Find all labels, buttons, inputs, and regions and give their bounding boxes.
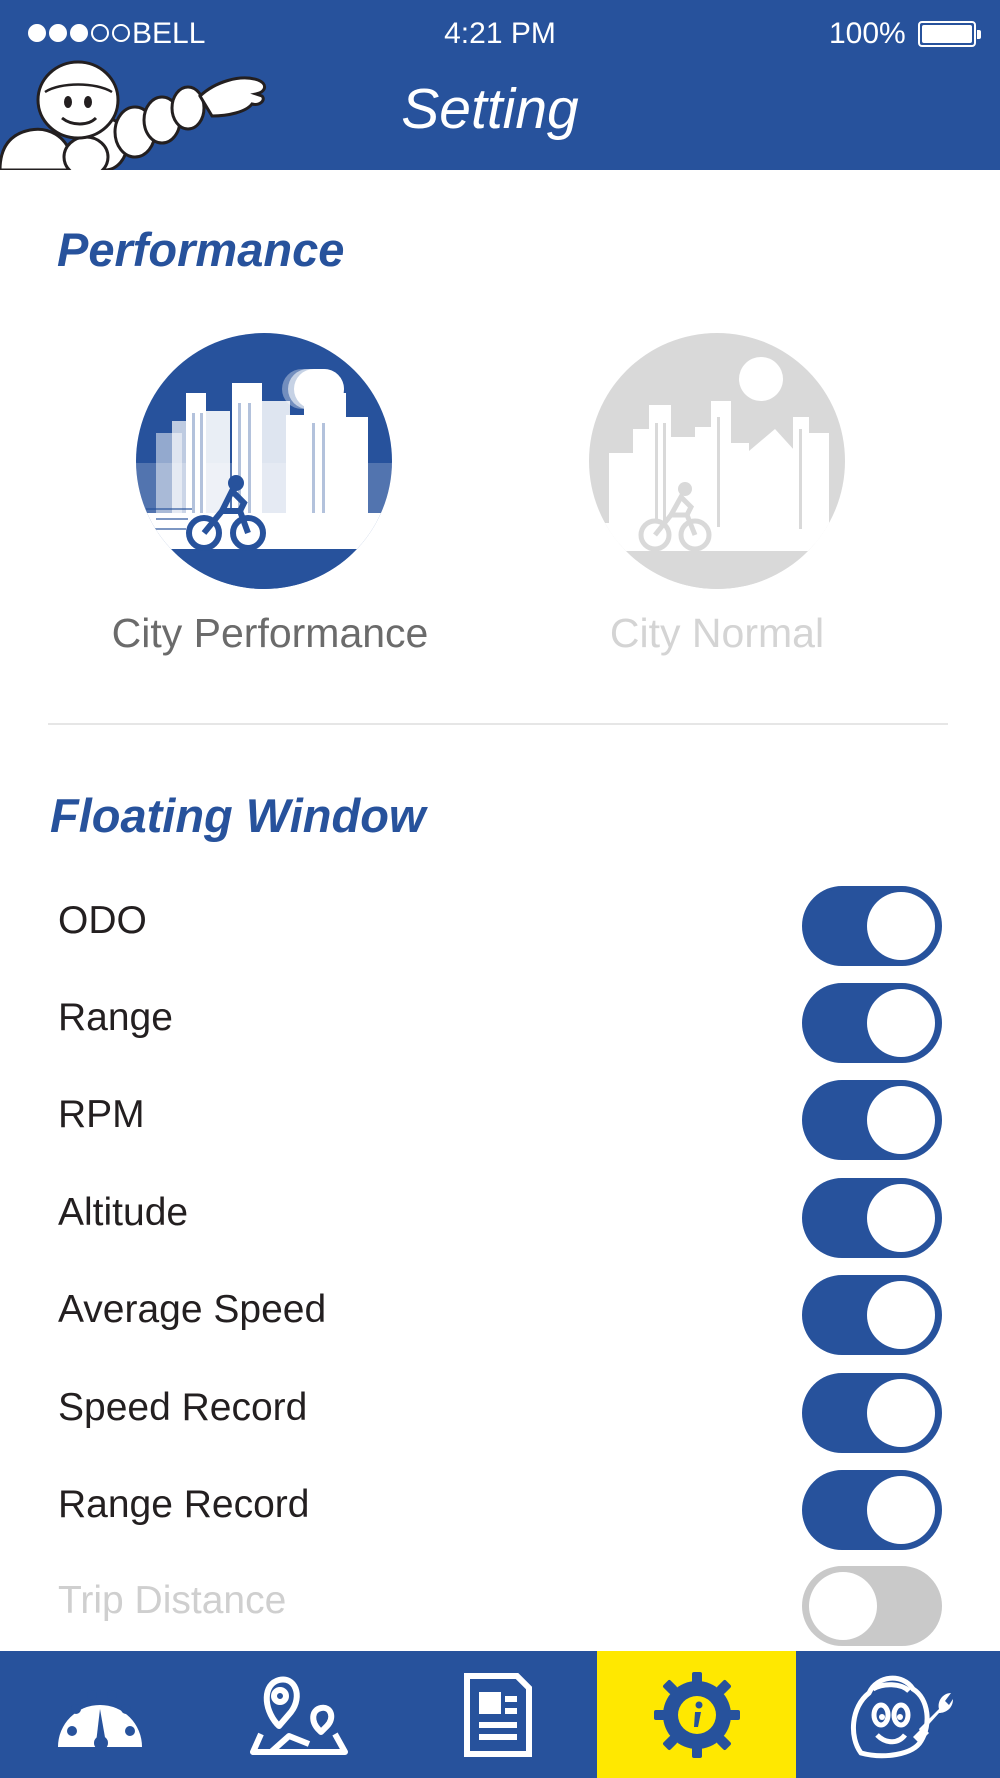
battery-icon (918, 21, 981, 47)
tab-dashboard[interactable] (0, 1651, 200, 1778)
toggle-row-odo: ODO (0, 877, 1000, 974)
toggle-label: Speed Record (58, 1386, 308, 1429)
range-toggle[interactable] (802, 983, 942, 1063)
tab-service[interactable] (796, 1651, 1000, 1778)
toggle-label: Altitude (58, 1191, 189, 1234)
toggle-row-rpm: RPM (0, 1071, 1000, 1168)
toggle-label: ODO (58, 899, 147, 942)
city-normal-mode-button[interactable] (589, 333, 845, 589)
toggle-label: Trip Distance (58, 1579, 287, 1622)
toggle-label: RPM (58, 1093, 145, 1136)
toggle-row-range: Range (0, 974, 1000, 1071)
speed-record-toggle[interactable] (802, 1373, 942, 1453)
speedometer-icon (57, 1689, 142, 1750)
city-performance-label: City Performance (111, 610, 429, 656)
rpm-toggle[interactable] (802, 1080, 942, 1160)
range-record-toggle[interactable] (802, 1470, 942, 1550)
toggle-label: Average Speed (58, 1288, 327, 1331)
city-performance-mode-button[interactable] (136, 333, 392, 589)
document-icon (463, 1672, 532, 1757)
mascot-wrench-icon (850, 1675, 953, 1758)
odo-toggle[interactable] (802, 886, 942, 966)
bottom-tab-bar (0, 1651, 1000, 1778)
floating-window-section-title: Floating Window (50, 789, 426, 842)
performance-section-title: Performance (57, 223, 345, 276)
page-title: Setting (401, 77, 579, 141)
battery-percent: 100% (829, 17, 906, 50)
tab-records[interactable] (398, 1651, 597, 1778)
toggle-row-speed-record: Speed Record (0, 1364, 1000, 1461)
tab-map[interactable] (200, 1651, 398, 1778)
header-bar: BELL 4:21 PM 100% Setting (0, 0, 1000, 170)
toggle-row-range-record: Range Record (0, 1461, 1000, 1558)
section-divider (48, 723, 948, 725)
toggle-label: Range Record (58, 1483, 310, 1526)
gear-info-icon (653, 1671, 740, 1758)
toggle-label: Range (58, 996, 173, 1039)
city-normal-label: City Normal (609, 610, 825, 656)
map-pin-icon (250, 1676, 348, 1755)
toggle-row-average-speed: Average Speed (0, 1266, 1000, 1363)
tab-settings[interactable] (597, 1651, 796, 1778)
altitude-toggle[interactable] (802, 1178, 942, 1258)
average-speed-toggle[interactable] (802, 1275, 942, 1355)
toggle-row-altitude: Altitude (0, 1169, 1000, 1266)
toggle-row-trip-distance: Trip Distance (0, 1557, 1000, 1654)
settings-screen: BELL 4:21 PM 100% Setting Performance Ci… (0, 0, 1000, 1778)
trip-distance-toggle[interactable] (802, 1566, 942, 1646)
